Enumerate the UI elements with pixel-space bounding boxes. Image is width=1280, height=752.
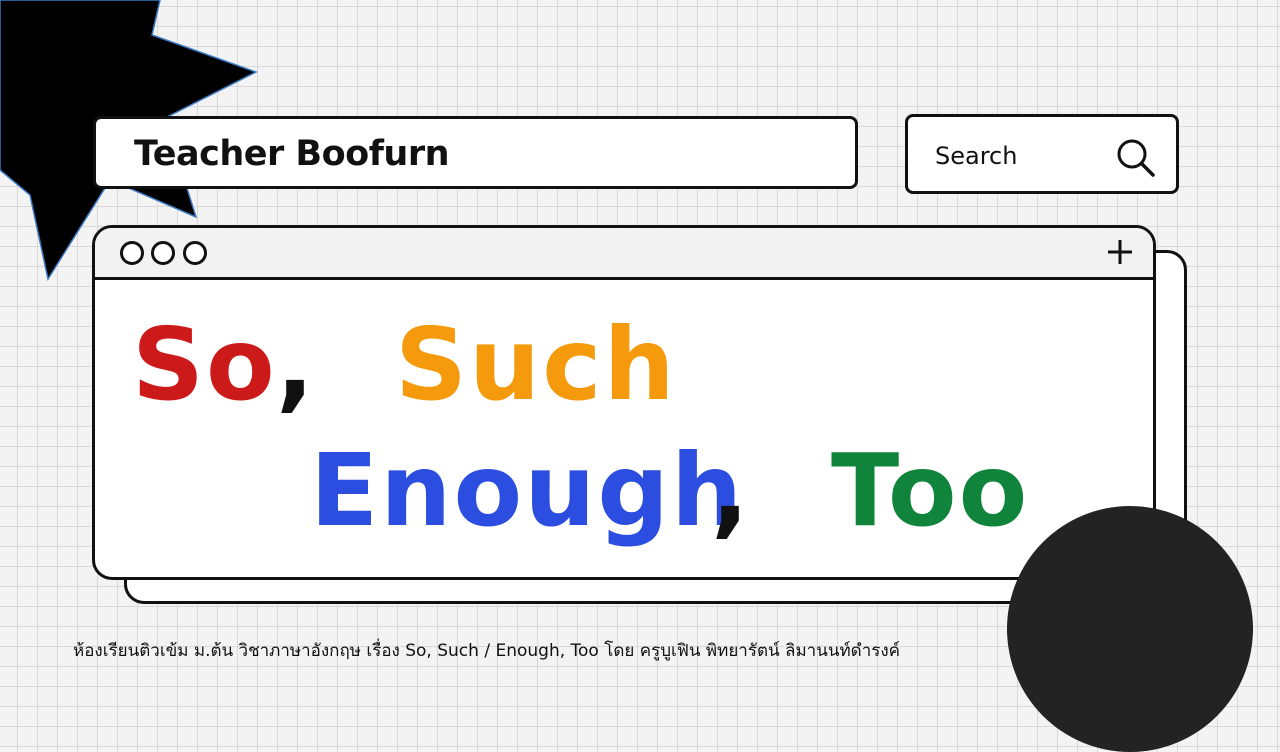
headline-word-enough: Enough	[310, 432, 745, 549]
page-title: Teacher Boofurn	[134, 134, 450, 174]
headline-word-so: So	[132, 306, 277, 423]
search-label: Search	[935, 142, 1018, 170]
window-titlebar	[95, 228, 1153, 280]
browser-window: So , Such Enough , Too	[92, 225, 1156, 580]
lesson-caption: ห้องเรียนติวเข้ม ม.ต้น วิชาภาษาอังกฤษ เร…	[73, 641, 901, 661]
headline-word-such: Such	[395, 306, 677, 423]
search-box[interactable]: Search	[905, 114, 1179, 194]
window-control-circle-icon[interactable]	[120, 241, 144, 265]
headline-comma: ,	[276, 306, 314, 423]
window-control-circle-icon[interactable]	[183, 241, 207, 265]
decorative-circle	[1007, 506, 1253, 752]
title-bar: Teacher Boofurn	[93, 116, 858, 189]
search-icon[interactable]	[1113, 135, 1159, 181]
window-control-circle-icon[interactable]	[151, 241, 175, 265]
headline-comma: ,	[711, 432, 749, 549]
headline-word-too: Too	[831, 432, 1030, 549]
plus-icon[interactable]	[1104, 236, 1136, 268]
